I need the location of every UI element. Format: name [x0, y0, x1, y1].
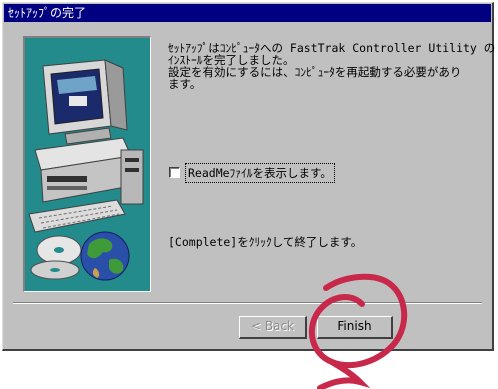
- cd-disc-icon: [30, 235, 82, 280]
- back-button[interactable]: < Back: [239, 316, 307, 339]
- setup-complete-dialog: ｾｯﾄｱｯﾌﾟの完了 ｾｯﾄｱｯﾌﾟはｺﾝﾋﾟｭｰﾀへの FastTrak Co…: [2, 2, 495, 351]
- message-line-4: ます。: [168, 77, 202, 91]
- completion-message: ｾｯﾄｱｯﾌﾟはｺﾝﾋﾟｭｰﾀへの FastTrak Controller Ut…: [168, 42, 495, 90]
- readme-option[interactable]: ReadMeﾌｧｲﾙを表示します。: [169, 162, 335, 183]
- keyboard-icon: [28, 199, 126, 233]
- computer-and-cd-illustration: [28, 59, 144, 281]
- readme-checkbox[interactable]: [169, 167, 180, 178]
- setup-illustration: [23, 36, 151, 292]
- finish-button[interactable]: Finish: [317, 316, 393, 339]
- globe-icon: [80, 231, 130, 281]
- monitor-icon: [42, 59, 128, 145]
- readme-checkbox-label[interactable]: ReadMeﾌｧｲﾙを表示します。: [185, 162, 335, 183]
- complete-instruction: [Complete]をｸﾘｯｸして終了します。: [168, 235, 363, 249]
- message-line-3: 設定を有効にするには、ｺﾝﾋﾟｭｰﾀを再起動する必要があり: [168, 65, 462, 79]
- window-title: ｾｯﾄｱｯﾌﾟの完了: [4, 4, 491, 22]
- computer-case-icon: [34, 137, 144, 205]
- button-divider: [13, 302, 482, 304]
